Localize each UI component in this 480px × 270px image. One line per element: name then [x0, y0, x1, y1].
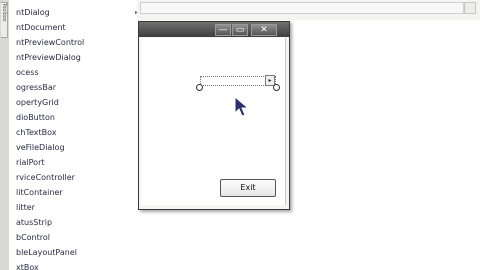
- toolbox-item[interactable]: bleLayoutPanel: [16, 245, 77, 260]
- toolbox-item-label: xtBox: [16, 263, 39, 270]
- toolbox-item-label: atusStrip: [16, 218, 53, 227]
- toolbox-item-label: bControl: [16, 233, 50, 242]
- toolbox-item[interactable]: rviceController: [16, 170, 75, 185]
- toolbox-item[interactable]: litContainer: [16, 185, 63, 200]
- toolbox-item[interactable]: ntDialog▸: [16, 5, 137, 20]
- toolbox-item-label: ogressBar: [16, 83, 57, 92]
- toolbox-item[interactable]: chTextBox: [16, 125, 57, 140]
- resize-handle-right[interactable]: [273, 84, 280, 91]
- toolbox-item[interactable]: bControl: [16, 230, 50, 245]
- toolbox-item-label: dioButton: [16, 113, 55, 122]
- toolbox-item-label: ocess: [16, 68, 39, 77]
- toolbox-panel: ntDialog▸ ntDocument ntPreviewControl nt…: [9, 0, 138, 270]
- designer-tab-strip: [140, 2, 464, 14]
- toolbox-item[interactable]: litter: [16, 200, 35, 215]
- toolbox-item[interactable]: veFileDialog: [16, 140, 65, 155]
- close-button[interactable]: ✕: [251, 24, 277, 36]
- mouse-pointer-icon: [234, 96, 250, 117]
- toolbox-item-label: ntDocument: [16, 23, 66, 32]
- maximize-icon: ▭: [235, 25, 245, 35]
- toolbox-item[interactable]: atusStrip: [16, 215, 52, 230]
- toolbox-item[interactable]: ogressBar: [16, 80, 56, 95]
- toolbox-item[interactable]: rialPort: [16, 155, 45, 170]
- toolbox-item-label: opertyGrid: [16, 98, 59, 107]
- toolbox-item-label: ntPreviewDialog: [16, 53, 81, 62]
- toolbox-item-label: veFileDialog: [16, 143, 65, 152]
- toolbox-item-label: rialPort: [16, 158, 45, 167]
- toolbox-item-label: bleLayoutPanel: [16, 248, 77, 257]
- toolbox-side-tab[interactable]: Toolbox: [1, 2, 8, 38]
- form-titlebar[interactable]: — ▭ ✕: [139, 22, 289, 37]
- toolbox-item-label: ntPreviewControl: [16, 38, 85, 47]
- toolbox-item-label: chTextBox: [16, 128, 57, 137]
- toolbox-item[interactable]: opertyGrid: [16, 95, 59, 110]
- toolbox-item-label: litter: [16, 203, 35, 212]
- toolbox-item[interactable]: ntDocument: [16, 20, 66, 35]
- toolbox-item[interactable]: ntPreviewDialog: [16, 50, 81, 65]
- toolbox-item[interactable]: dioButton: [16, 110, 55, 125]
- close-icon: ✕: [260, 25, 268, 35]
- exit-button[interactable]: Exit: [220, 179, 276, 197]
- toolbox-item[interactable]: xtBox: [16, 260, 39, 270]
- designer-tab-button[interactable]: [464, 2, 476, 14]
- minimize-icon: —: [218, 25, 228, 35]
- resize-handle-left[interactable]: [196, 84, 203, 91]
- minimize-button[interactable]: —: [215, 24, 231, 36]
- maximize-button[interactable]: ▭: [232, 24, 248, 36]
- toolbox-item-label: rviceController: [16, 173, 75, 182]
- toolbox-item-label: ntDialog: [16, 8, 50, 17]
- toolbox-item[interactable]: ocess: [16, 65, 39, 80]
- toolbox-item[interactable]: ntPreviewControl: [16, 35, 84, 50]
- toolbox-item-label: litContainer: [16, 188, 63, 197]
